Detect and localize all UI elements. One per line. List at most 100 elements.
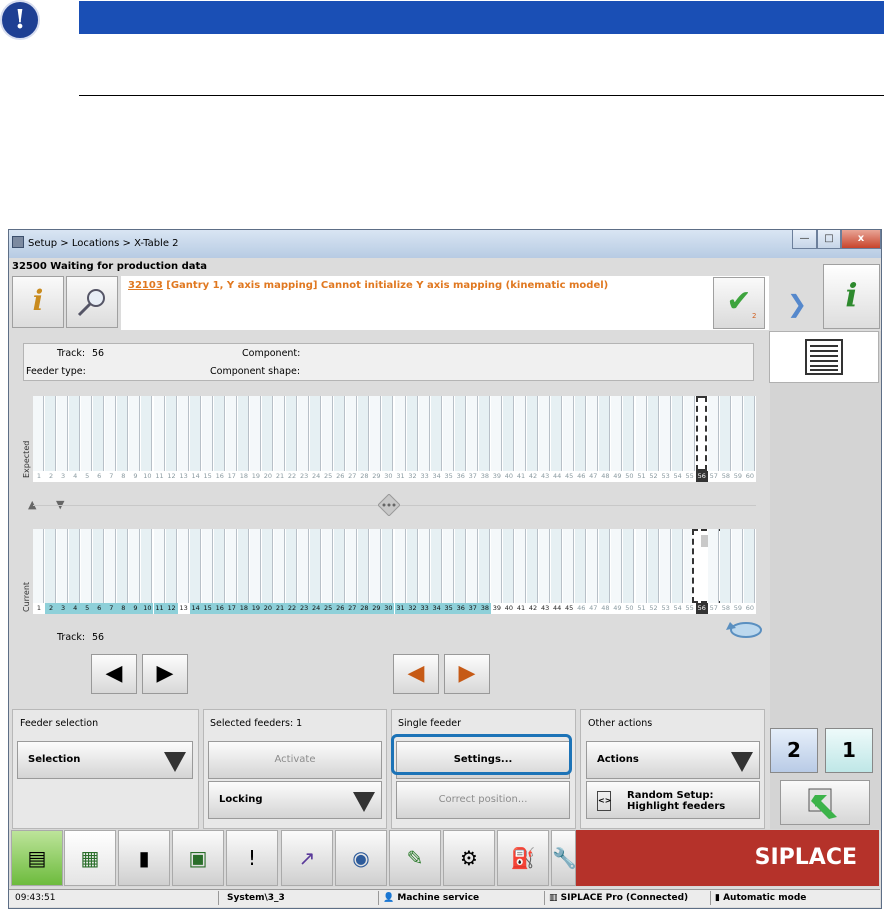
current-slot[interactable]: [370, 529, 382, 603]
current-slot[interactable]: [382, 529, 394, 603]
expected-slot[interactable]: [358, 396, 370, 471]
close-button[interactable]: x: [841, 230, 881, 249]
tb-oil-button[interactable]: ⛽: [497, 830, 549, 886]
scroll-right-button[interactable]: ▶: [142, 654, 188, 694]
current-slot[interactable]: [551, 529, 563, 603]
current-slot[interactable]: [249, 529, 261, 603]
rotate-icon[interactable]: [722, 618, 764, 640]
exit-button[interactable]: [780, 780, 870, 825]
expected-slot[interactable]: [57, 396, 69, 471]
current-slot[interactable]: [406, 529, 418, 603]
current-slot[interactable]: [310, 529, 322, 603]
error-message[interactable]: 32103 [Gantry 1, Y axis mapping] Cannot …: [128, 280, 608, 291]
current-slot[interactable]: [466, 529, 478, 603]
current-slot[interactable]: [515, 529, 526, 603]
expected-slot[interactable]: [418, 396, 430, 471]
random-setup-button[interactable]: <> Random Setup: Highlight feeders: [586, 781, 760, 819]
expected-slot[interactable]: [671, 396, 683, 471]
current-slot[interactable]: [743, 529, 755, 603]
current-slot[interactable]: [165, 529, 177, 603]
head-1-button[interactable]: 1: [825, 728, 873, 773]
current-slot[interactable]: [213, 529, 225, 603]
current-slot[interactable]: [430, 529, 442, 603]
head-2-button[interactable]: 2: [770, 728, 818, 773]
expected-slot[interactable]: [466, 396, 478, 471]
maximize-button[interactable]: □: [817, 230, 841, 249]
current-slot[interactable]: [93, 529, 105, 603]
current-slot[interactable]: [671, 529, 683, 603]
expected-slot[interactable]: [141, 396, 153, 471]
list-view-tab[interactable]: [769, 331, 879, 383]
current-slot[interactable]: [418, 529, 430, 603]
expected-slot[interactable]: [274, 396, 285, 471]
expected-slot[interactable]: [635, 396, 647, 471]
expected-slot[interactable]: [454, 396, 466, 471]
current-slot[interactable]: [575, 529, 587, 603]
expected-slot[interactable]: [695, 396, 707, 471]
current-slot[interactable]: [141, 529, 153, 603]
current-slot[interactable]: [346, 529, 358, 603]
current-slot[interactable]: [201, 529, 213, 603]
current-slot[interactable]: [274, 529, 285, 603]
current-slot[interactable]: [563, 529, 575, 603]
current-slot[interactable]: [177, 529, 189, 603]
actions-dropdown[interactable]: Actions: [586, 741, 760, 779]
expected-slot[interactable]: [406, 396, 418, 471]
expected-slot[interactable]: [575, 396, 587, 471]
expected-slot[interactable]: [599, 396, 611, 471]
expected-slot[interactable]: [647, 396, 659, 471]
expected-slot[interactable]: [69, 396, 81, 471]
expected-slot[interactable]: [310, 396, 322, 471]
expected-slot[interactable]: [237, 396, 249, 471]
expected-slot[interactable]: [743, 396, 755, 471]
current-slot[interactable]: [707, 529, 719, 603]
current-slot[interactable]: [611, 529, 623, 603]
expected-slot[interactable]: [731, 396, 743, 471]
expected-slot[interactable]: [611, 396, 623, 471]
correct-position-button[interactable]: Correct position...: [396, 781, 570, 819]
tb-production-button[interactable]: ▤: [11, 830, 63, 886]
expected-slot[interactable]: [563, 396, 575, 471]
expected-slot[interactable]: [659, 396, 671, 471]
current-slot[interactable]: [647, 529, 659, 603]
tb-tools-button[interactable]: ✎: [389, 830, 441, 886]
tb-alerts-button[interactable]: !: [226, 830, 278, 886]
expected-slot[interactable]: [33, 396, 44, 471]
expected-slot[interactable]: [707, 396, 719, 471]
current-slot[interactable]: [442, 529, 454, 603]
current-slot[interactable]: [105, 529, 117, 603]
current-slot[interactable]: [623, 529, 635, 603]
tb-statistics-button[interactable]: ▮: [118, 830, 170, 886]
current-slot[interactable]: [394, 529, 406, 603]
current-slot[interactable]: [478, 529, 490, 603]
expected-slot[interactable]: [117, 396, 129, 471]
current-slot[interactable]: [659, 529, 671, 603]
tb-setup-button[interactable]: ▦: [64, 830, 116, 886]
expected-slot[interactable]: [286, 396, 298, 471]
current-slot[interactable]: [539, 529, 551, 603]
current-slot[interactable]: [81, 529, 93, 603]
expected-slot[interactable]: [334, 396, 346, 471]
expected-slot[interactable]: [249, 396, 261, 471]
activate-button[interactable]: Activate: [208, 741, 382, 779]
current-slot[interactable]: [454, 529, 466, 603]
info-button[interactable]: i: [12, 276, 64, 328]
expected-slot[interactable]: [539, 396, 551, 471]
selection-dropdown[interactable]: Selection: [17, 741, 193, 779]
expected-slot[interactable]: [322, 396, 334, 471]
expected-slot[interactable]: [430, 396, 442, 471]
next-feeder-button[interactable]: ▶: [444, 654, 490, 694]
expected-slot[interactable]: [382, 396, 394, 471]
expected-slot[interactable]: [81, 396, 93, 471]
locking-dropdown[interactable]: Locking: [208, 781, 382, 819]
expected-slot[interactable]: [165, 396, 177, 471]
current-slot[interactable]: [502, 529, 514, 603]
current-slot[interactable]: [69, 529, 81, 603]
expected-slot[interactable]: [93, 396, 105, 471]
expected-slot[interactable]: [623, 396, 635, 471]
current-slot[interactable]: [599, 529, 611, 603]
current-slot[interactable]: [286, 529, 298, 603]
expected-slot[interactable]: [490, 396, 502, 471]
current-slot[interactable]: [358, 529, 370, 603]
expected-slot[interactable]: [105, 396, 117, 471]
